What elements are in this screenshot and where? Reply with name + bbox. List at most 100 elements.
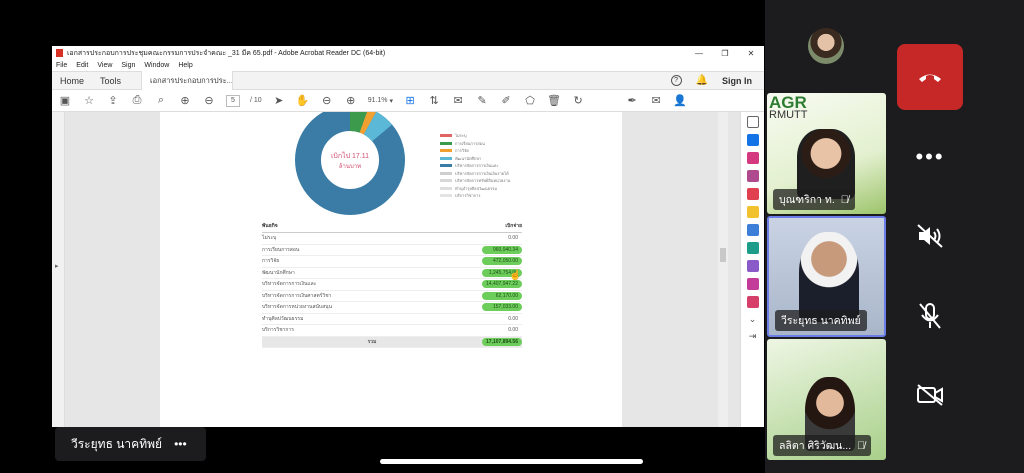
help-icon[interactable]: ? <box>670 75 682 86</box>
mic-muted-icon <box>919 303 941 329</box>
mic-mute-button[interactable] <box>897 283 963 349</box>
export-pdf-icon[interactable] <box>746 134 759 146</box>
bell-icon[interactable]: 🔔 <box>696 75 708 86</box>
tab-tools[interactable]: Tools <box>92 76 129 86</box>
collapse-pane-icon[interactable]: ⇥ <box>749 331 757 342</box>
home-indicator[interactable] <box>380 459 643 464</box>
menu-help[interactable]: Help <box>178 62 192 69</box>
legend-label: บริหารจัดการทรัพย์สินหน่วยงาน <box>455 178 511 184</box>
fill-sign-icon[interactable] <box>746 278 759 290</box>
participant-tile-3[interactable]: ลลิตา ศิริวัฒน... 🎙̸ <box>767 339 886 460</box>
more-tools-icon[interactable] <box>746 296 759 308</box>
zoom-in-icon[interactable]: ⊕ <box>344 94 358 108</box>
save-icon[interactable]: ▣ <box>58 94 72 108</box>
camera-off-icon <box>917 384 943 406</box>
protect-icon[interactable] <box>746 260 759 272</box>
hand-icon[interactable]: ✋ <box>296 94 310 108</box>
menu-view[interactable]: View <box>97 62 112 69</box>
page-number-input[interactable]: 5 <box>226 94 240 107</box>
total-label: รวม <box>367 338 377 345</box>
right-tools-pane: ⌄ ⇥ <box>740 112 764 427</box>
row-value: 0.00 <box>508 235 518 242</box>
row-label: ไม่ระบุ <box>262 235 277 242</box>
scrollbar[interactable] <box>718 112 728 427</box>
legend-swatch <box>440 164 452 168</box>
tab-bar: Home Tools เอกสารประกอบการประ... × ? 🔔 S… <box>52 71 764 90</box>
window-title: เอกสารประกอบการประชุมคณะกรรมการประจำคณะ … <box>67 49 386 57</box>
combine-icon[interactable] <box>746 188 759 200</box>
scroll-mode-icon[interactable]: ⇅ <box>427 94 441 108</box>
edit-pdf-icon[interactable] <box>746 170 759 182</box>
menu-window[interactable]: Window <box>144 62 169 69</box>
sign-icon[interactable]: ✒ <box>625 94 639 108</box>
mail-icon[interactable]: ✉ <box>649 94 663 108</box>
scan-icon[interactable] <box>746 242 759 254</box>
legend-label: ไม่ระบุ <box>455 133 467 139</box>
zoom-out-icon[interactable]: ⊖ <box>320 94 334 108</box>
scroll-thumb[interactable] <box>720 248 726 262</box>
comment-tool-icon[interactable] <box>746 206 759 218</box>
organize-icon[interactable] <box>746 224 759 236</box>
page-down-icon[interactable]: ⊖ <box>202 94 216 108</box>
create-pdf-icon[interactable] <box>746 152 759 164</box>
zoom-tool-icon[interactable] <box>746 116 759 128</box>
legend-label: บริหารจัดการการเงินเงินรายได้ <box>455 170 509 176</box>
sign-in-button[interactable]: Sign In <box>722 76 752 86</box>
collapse-down-icon[interactable]: ⌄ <box>749 314 757 325</box>
menu-bar: File Edit View Sign Window Help <box>52 60 764 71</box>
upload-icon[interactable]: ⇪ <box>106 94 120 108</box>
restore-icon[interactable]: ❐ <box>712 49 738 58</box>
select-arrow-icon[interactable]: ➤ <box>272 94 286 108</box>
page-up-icon[interactable]: ⊕ <box>178 94 192 108</box>
camera-off-button[interactable] <box>897 362 963 428</box>
search-icon[interactable]: ⌕ <box>154 94 168 108</box>
close-icon[interactable]: ✕ <box>738 49 764 58</box>
legend-label: พัฒนานักศึกษา <box>455 155 482 161</box>
participant-video-2 <box>799 232 859 322</box>
legend-item: ทำนุบำรุงศิลปวัฒนธรรม <box>440 185 510 193</box>
zoom-select[interactable]: 91.1% ▾ <box>368 97 393 105</box>
participant-name-1: บุณฑริกา ท. 🎙̸ <box>773 189 855 210</box>
acrobat-window: เอกสารประกอบการประชุมคณะกรรมการประจำคณะ … <box>52 46 764 427</box>
self-avatar[interactable] <box>808 28 844 64</box>
stamp-icon[interactable]: ⬠ <box>523 94 537 108</box>
participant-tile-2[interactable]: วีระยุทธ นาคทิพย์ <box>767 216 886 337</box>
participant-tile-1[interactable]: AGR RMUTT บุณฑริกา ท. 🎙̸ <box>767 93 886 214</box>
menu-file[interactable]: File <box>56 62 67 69</box>
speaker-muted-icon <box>917 224 943 248</box>
row-label: บริหารจัดการการเงินศาสตร์วิชา <box>262 292 332 299</box>
doc-tab-label: เอกสารประกอบการประ... <box>150 76 233 85</box>
legend-item: การวิจัย <box>440 147 510 155</box>
more-options-button[interactable]: ••• <box>897 124 963 190</box>
delete-icon[interactable]: 🗑 <box>547 94 561 108</box>
share-user-icon[interactable]: 👤 <box>673 94 687 108</box>
menu-sign[interactable]: Sign <box>121 62 135 69</box>
col-spent: เบิกจ่าย <box>505 223 522 229</box>
minimize-icon[interactable]: — <box>686 49 712 58</box>
comment-icon[interactable]: ✉ <box>451 94 465 108</box>
tab-document[interactable]: เอกสารประกอบการประ... × <box>141 71 234 90</box>
legend-label: บริการวิชาการ <box>455 193 481 199</box>
print-icon[interactable]: ⎙ <box>130 94 144 108</box>
menu-edit[interactable]: Edit <box>76 62 88 69</box>
participant-name-3-label: ลลิตา ศิริวัฒน... <box>779 440 852 452</box>
table-row: บริหารจัดการการเงินศาสตร์วิชา 62,170.00 <box>262 291 522 302</box>
left-panel-toggle[interactable]: ▸ <box>52 112 65 427</box>
tab-home[interactable]: Home <box>52 76 92 86</box>
rotate-icon[interactable]: ↻ <box>571 94 585 108</box>
draw-icon[interactable]: ✐ <box>499 94 513 108</box>
end-call-button[interactable] <box>897 44 963 110</box>
highlight-icon[interactable]: ✎ <box>475 94 489 108</box>
pdf-icon <box>56 49 63 57</box>
table-header: พันธกิจ เบิกจ่าย <box>262 220 522 233</box>
speaker-mute-button[interactable] <box>897 203 963 269</box>
more-icon[interactable]: ••• <box>174 437 187 451</box>
hang-up-icon <box>919 74 941 82</box>
legend-swatch <box>440 194 452 198</box>
legend-label: การเรียนการสอน <box>455 140 485 146</box>
chevron-down-icon: ▾ <box>389 97 394 105</box>
star-icon[interactable]: ☆ <box>82 94 96 108</box>
row-label: บริหารจัดการการเงินและ <box>262 281 317 288</box>
legend-item: ไม่ระบุ <box>440 132 510 140</box>
fit-page-icon[interactable]: ⊞ <box>403 94 417 108</box>
